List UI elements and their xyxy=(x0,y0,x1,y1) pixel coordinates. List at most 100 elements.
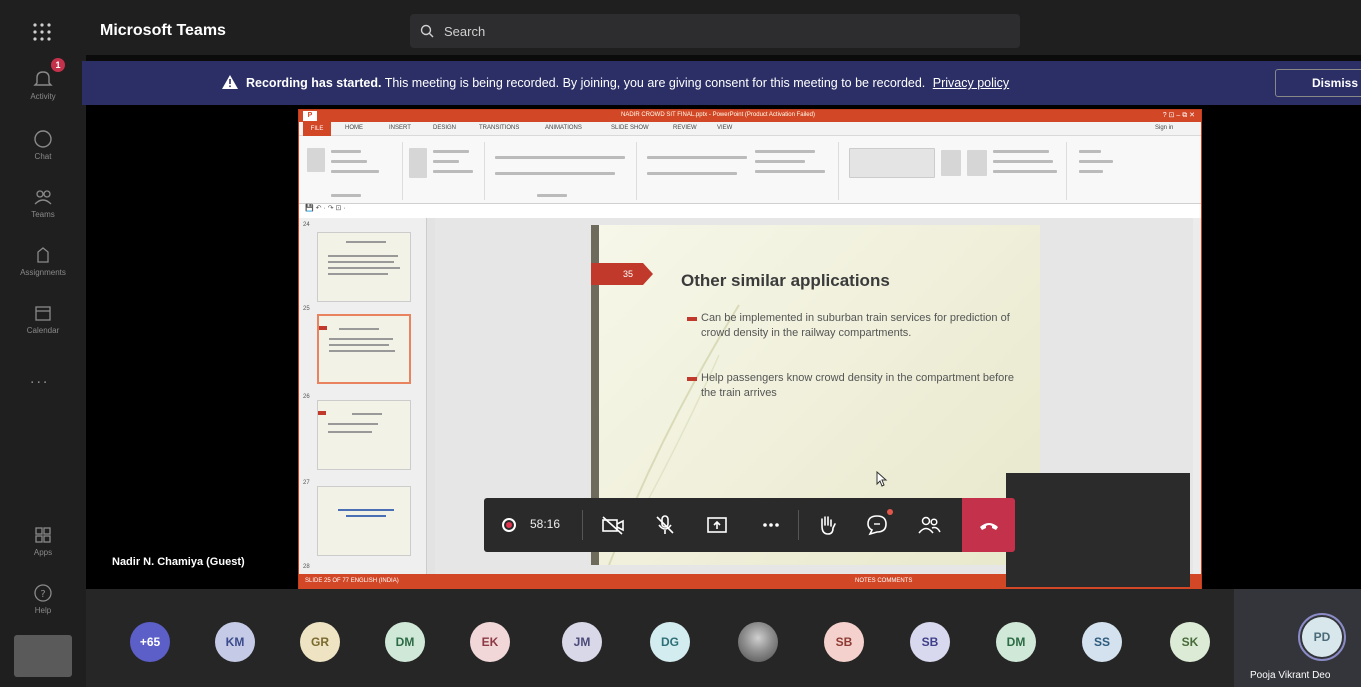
ppt-slide-thumbnails: 24 25 26 27 28 xyxy=(299,218,427,574)
ppt-tab-slideshow: SLIDE SHOW xyxy=(611,125,649,131)
recording-banner: Recording has started. This meeting is b… xyxy=(82,61,1361,105)
presenter-name: Nadir N. Chamiya (Guest) xyxy=(112,556,245,568)
ribbon-group-editing xyxy=(1069,142,1129,200)
rail-item-chat[interactable]: Chat xyxy=(0,124,86,180)
banner-message: This meeting is being recorded. By joini… xyxy=(384,76,926,90)
chat-icon[interactable] xyxy=(864,512,890,538)
ppt-sign-in: Sign in xyxy=(1155,125,1174,131)
avatar[interactable]: KM xyxy=(215,622,255,662)
rail-label: Teams xyxy=(31,210,55,219)
avatar[interactable]: SS xyxy=(1082,622,1122,662)
thumbnail-scrollbar xyxy=(427,218,435,574)
avatar[interactable]: DG xyxy=(650,622,690,662)
ppt-ribbon xyxy=(299,136,1201,204)
bullet-text: Can be implemented in suburban train ser… xyxy=(701,312,1010,339)
ppt-tab-view: VIEW xyxy=(717,125,733,131)
activity-badge: 1 xyxy=(51,58,65,72)
banner-text: Recording has started. This meeting is b… xyxy=(246,76,1009,90)
slide-scrollbar xyxy=(1193,218,1201,574)
bullet-marker xyxy=(687,377,697,381)
app-launcher-icon[interactable] xyxy=(30,20,54,44)
rail-item-apps[interactable]: Apps xyxy=(0,520,86,576)
rail-label: Assignments xyxy=(20,268,66,277)
avatar[interactable]: DM xyxy=(996,622,1036,662)
slide-thumbnail xyxy=(317,232,411,302)
avatar[interactable]: SB xyxy=(824,622,864,662)
rail-item-teams[interactable]: Teams xyxy=(0,182,86,238)
raise-hand-icon[interactable] xyxy=(814,512,840,538)
bullet-text: Help passengers know crowd density in th… xyxy=(701,372,1015,399)
slide-title: Other similar applications xyxy=(681,271,890,290)
more-apps-button[interactable]: ... xyxy=(30,370,49,388)
rail-item-help[interactable]: ? Help xyxy=(0,578,86,634)
camera-off-icon[interactable] xyxy=(600,512,626,538)
thumb-number: 28 xyxy=(303,564,310,570)
thumb-number: 24 xyxy=(303,222,310,228)
svg-text:?: ? xyxy=(40,589,45,600)
thumb-number: 27 xyxy=(303,480,310,486)
teams-icon xyxy=(34,190,52,205)
avatar[interactable]: SK xyxy=(1170,622,1210,662)
ppt-ribbon-tabs: FILE HOME INSERT DESIGN TRANSITIONS ANIM… xyxy=(299,122,1201,136)
chat-notification-dot xyxy=(887,509,893,515)
bullet-marker xyxy=(687,317,697,321)
meeting-controls: 58:16 xyxy=(484,498,1015,552)
avatar[interactable]: JM xyxy=(562,622,602,662)
ppt-quick-access-toolbar: 💾 ↶ · ↷ ⊡ · xyxy=(299,204,1201,218)
ppt-status-left: SLIDE 25 OF 77 ENGLISH (INDIA) xyxy=(305,578,399,584)
avatar[interactable]: SB xyxy=(910,622,950,662)
rail-item-assignments[interactable]: Assignments xyxy=(0,240,86,296)
chat-icon xyxy=(34,130,52,148)
avatar[interactable]: +65 xyxy=(130,622,170,662)
dismiss-button[interactable]: Dismiss xyxy=(1275,69,1361,97)
ribbon-group-paragraph xyxy=(639,142,839,200)
rail-label: Activity xyxy=(30,92,56,101)
slide-number: 35 xyxy=(591,263,653,285)
ppt-tab-animations: ANIMATIONS xyxy=(545,125,582,131)
rail-label: Apps xyxy=(33,548,53,557)
avatar-photo[interactable] xyxy=(738,622,778,662)
powerpoint-logo-icon: P xyxy=(303,111,317,121)
more-icon[interactable] xyxy=(758,512,784,538)
rail-label: Chat xyxy=(34,152,52,161)
search-input[interactable]: Search xyxy=(444,24,485,39)
ppt-window-title: NADIR CROWD SIT FINAL.pptx - PowerPoint … xyxy=(621,112,815,118)
hang-up-icon xyxy=(980,523,998,530)
rail-item-calendar[interactable]: Calendar xyxy=(0,298,86,354)
search-box[interactable]: Search xyxy=(410,14,1020,48)
slide-thumbnail xyxy=(317,400,411,470)
ppt-tab-review: REVIEW xyxy=(673,125,697,131)
ppt-window-controls: ? ⊡ – ⧉ ✕ xyxy=(1162,112,1195,119)
participants-icon[interactable] xyxy=(916,512,942,538)
avatar: PD xyxy=(1302,617,1342,657)
warning-icon xyxy=(222,75,238,89)
avatar[interactable]: DM xyxy=(385,622,425,662)
share-screen-icon[interactable] xyxy=(704,512,730,538)
privacy-policy-link[interactable]: Privacy policy xyxy=(933,76,1009,90)
ribbon-group-font xyxy=(487,142,637,200)
avatar[interactable]: EK xyxy=(470,622,510,662)
thumb-number: 26 xyxy=(303,394,310,400)
mic-off-icon[interactable] xyxy=(652,512,678,538)
rail-label: Help xyxy=(34,606,52,615)
calendar-icon xyxy=(35,306,51,321)
banner-bold-text: Recording has started. xyxy=(246,76,382,90)
slide-bullet: Help passengers know crowd density in th… xyxy=(687,371,1017,401)
slide-thumbnail-selected xyxy=(317,314,411,384)
ppt-tab-design: DESIGN xyxy=(433,125,457,131)
ppt-tab-transitions: TRANSITIONS xyxy=(479,125,520,131)
hang-up-button[interactable] xyxy=(962,498,1015,552)
search-icon xyxy=(420,24,434,38)
app-rail: Activity 1 Chat Teams Assignments Calend… xyxy=(0,0,86,687)
rail-label: Calendar xyxy=(26,326,60,335)
self-view-video xyxy=(1006,473,1190,587)
bell-icon xyxy=(33,71,53,86)
meeting-timer: 58:16 xyxy=(530,517,561,531)
ppt-titlebar: P NADIR CROWD SIT FINAL.pptx - PowerPoin… xyxy=(299,110,1201,122)
rail-item-activity[interactable]: Activity xyxy=(0,64,86,120)
download-button[interactable] xyxy=(14,635,72,677)
ribbon-group-drawing xyxy=(841,142,1067,200)
record-icon xyxy=(502,518,516,532)
ppt-tab-insert: INSERT xyxy=(389,125,411,131)
avatar[interactable]: GR xyxy=(300,622,340,662)
